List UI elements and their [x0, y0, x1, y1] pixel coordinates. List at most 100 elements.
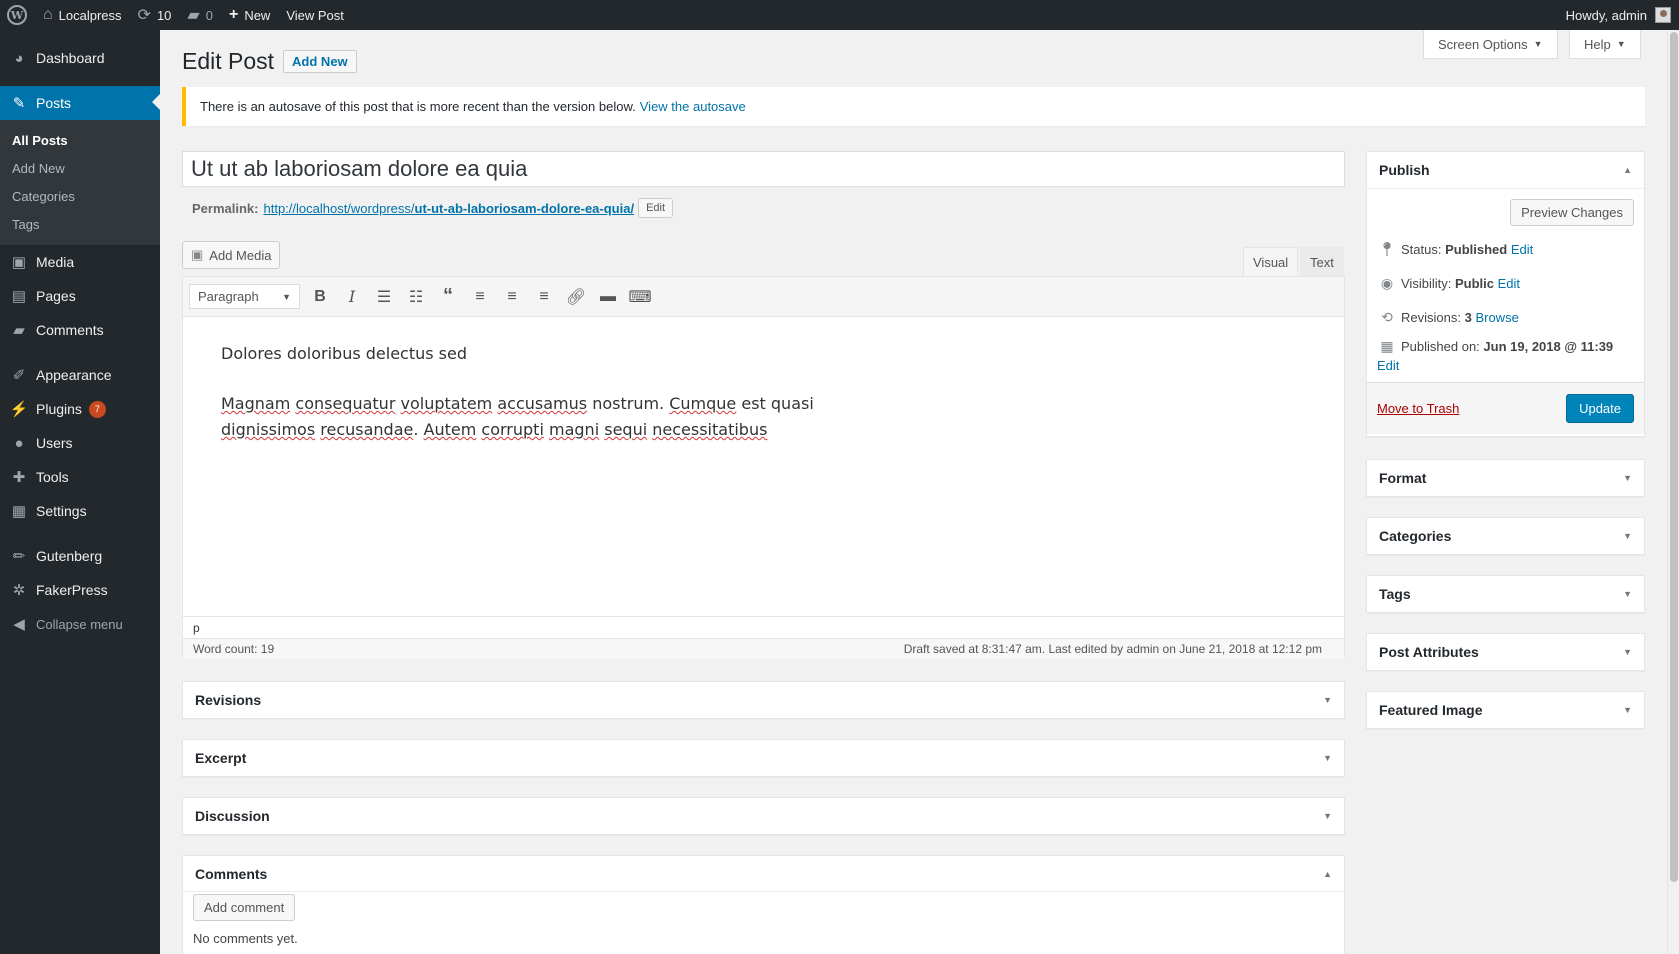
comments-box-header[interactable]: Comments ▲: [183, 856, 1344, 892]
bullet-list-button[interactable]: ☰: [368, 283, 400, 311]
help-button[interactable]: Help ▼: [1569, 30, 1641, 59]
format-box-header[interactable]: Format ▼: [1367, 460, 1644, 496]
add-new-button[interactable]: Add New: [283, 50, 357, 73]
site-name-link[interactable]: ⌂ Localpress: [35, 0, 130, 30]
menu-settings[interactable]: ▦ Settings: [0, 494, 160, 528]
revisions-value: 3: [1464, 309, 1472, 325]
menu-label: Gutenberg: [36, 548, 103, 564]
history-icon: ⟲: [1381, 308, 1393, 325]
post-title-input[interactable]: Ut ut ab laboriosam dolore ea quia: [182, 151, 1345, 187]
update-button[interactable]: Update: [1566, 394, 1634, 423]
updates-icon: ⟳: [137, 7, 151, 24]
permalink-edit-button[interactable]: Edit: [638, 198, 674, 218]
menu-label: Users: [36, 435, 73, 451]
blockquote-button[interactable]: “: [432, 283, 464, 311]
view-autosave-link[interactable]: View the autosave: [640, 99, 746, 114]
publish-box-header[interactable]: Publish ▲: [1367, 152, 1644, 188]
caret-down-icon: ▼: [1323, 811, 1332, 821]
caret-up-icon: ▲: [1323, 868, 1332, 879]
menu-users[interactable]: ● Users: [0, 426, 160, 460]
align-center-button[interactable]: ≡: [496, 283, 528, 311]
status-value: Published: [1445, 241, 1508, 257]
tab-visual[interactable]: Visual: [1243, 247, 1299, 276]
collapse-menu-button[interactable]: ◀ Collapse menu: [0, 607, 160, 641]
status-edit-link[interactable]: Edit: [1511, 242, 1533, 257]
page-scrollbar[interactable]: [1667, 30, 1679, 954]
preview-changes-button[interactable]: Preview Changes: [1510, 199, 1634, 226]
menu-posts[interactable]: ✎ Posts: [0, 86, 160, 120]
numbered-list-button[interactable]: ☷: [400, 283, 432, 311]
discussion-box-header[interactable]: Discussion ▼: [183, 798, 1344, 834]
categories-box-header[interactable]: Categories ▼: [1367, 518, 1644, 554]
add-media-button[interactable]: ▣ Add Media: [182, 241, 281, 269]
menu-pages[interactable]: ▤ Pages: [0, 279, 160, 313]
wordpress-logo-button[interactable]: W: [0, 0, 35, 30]
updates-link[interactable]: ⟳ 10: [130, 0, 180, 30]
permalink-link[interactable]: http://localhost/wordpress/ut-ut-ab-labo…: [263, 201, 634, 216]
menu-plugins[interactable]: ⚡ Plugins 7: [0, 392, 160, 426]
menu-dashboard[interactable]: ◕ Dashboard: [0, 41, 160, 75]
menu-fakerpress[interactable]: ✲ FakerPress: [0, 573, 160, 607]
posts-submenu: All Posts Add New Categories Tags: [0, 120, 160, 245]
menu-label: Posts: [36, 95, 72, 111]
submenu-all-posts[interactable]: All Posts: [0, 127, 160, 155]
permalink-base: http://localhost/wordpress/: [263, 200, 415, 216]
excerpt-box: Excerpt ▼: [182, 739, 1345, 777]
align-right-button[interactable]: ≡: [528, 283, 560, 311]
collapse-icon: ◀: [13, 616, 25, 633]
submenu-add-new[interactable]: Add New: [0, 155, 160, 183]
revisions-box: Revisions ▼: [182, 681, 1345, 719]
published-edit-link[interactable]: Edit: [1377, 358, 1399, 373]
tab-text[interactable]: Text: [1300, 247, 1344, 276]
my-account[interactable]: Howdy, admin: [1566, 7, 1679, 23]
wordpress-logo-icon: W: [7, 5, 27, 25]
site-name: Localpress: [58, 7, 122, 23]
editor-content[interactable]: Dolores doloribus delectus sed Magnam co…: [183, 317, 1344, 491]
revisions-browse-link[interactable]: Browse: [1475, 310, 1518, 325]
scrollbar-thumb[interactable]: [1670, 32, 1678, 882]
editor-element-path[interactable]: p: [183, 616, 1344, 638]
featured-image-box-header[interactable]: Featured Image ▼: [1367, 692, 1644, 728]
caret-down-icon: ▼: [1323, 753, 1332, 763]
add-comment-button[interactable]: Add comment: [193, 894, 296, 921]
excerpt-box-header[interactable]: Excerpt ▼: [183, 740, 1344, 776]
submenu-categories[interactable]: Categories: [0, 183, 160, 211]
italic-button[interactable]: I: [336, 283, 368, 311]
menu-label: Media: [36, 254, 75, 270]
editor-toolbar: Paragraph ▼ B I ☰ ☷ “ ≡ ≡ ≡ 🔗︎ ▬ ⌨: [183, 277, 1344, 317]
tags-box-header[interactable]: Tags ▼: [1367, 576, 1644, 612]
menu-appearance[interactable]: ✐ Appearance: [0, 358, 160, 392]
box-title: Comments: [195, 865, 268, 882]
avatar: [1655, 7, 1671, 23]
new-content-link[interactable]: + New: [221, 0, 278, 30]
bold-button[interactable]: B: [304, 283, 336, 311]
visibility-edit-link[interactable]: Edit: [1498, 276, 1520, 291]
updates-count: 10: [156, 7, 172, 23]
read-more-button[interactable]: ▬: [592, 283, 624, 311]
align-left-button[interactable]: ≡: [464, 283, 496, 311]
status-label: Status:: [1401, 241, 1442, 257]
caret-up-icon: ▲: [1623, 165, 1632, 175]
post-attributes-box-header[interactable]: Post Attributes ▼: [1367, 634, 1644, 670]
format-select[interactable]: Paragraph ▼: [189, 284, 300, 309]
revisions-box-header[interactable]: Revisions ▼: [183, 682, 1344, 718]
pin-icon: ✎: [12, 95, 26, 112]
menu-media[interactable]: ▣ Media: [0, 245, 160, 279]
submenu-tags[interactable]: Tags: [0, 211, 160, 239]
menu-tools[interactable]: ✚ Tools: [0, 460, 160, 494]
categories-box: Categories ▼: [1366, 517, 1645, 555]
fakerpress-icon: ✲: [12, 582, 26, 599]
insert-link-button[interactable]: 🔗︎: [560, 283, 592, 311]
publish-actions: Move to Trash Update: [1367, 382, 1644, 434]
toolbar-toggle-button[interactable]: ⌨: [624, 283, 656, 311]
comments-count: 0: [205, 7, 213, 23]
read-more-icon: ▬: [600, 287, 616, 305]
menu-comments[interactable]: ▰ Comments: [0, 313, 160, 347]
align-center-icon: ≡: [507, 287, 517, 305]
permalink-slug: ut-ut-ab-laboriosam-dolore-ea-quia/: [414, 200, 635, 216]
screen-options-button[interactable]: Screen Options ▼: [1423, 30, 1558, 59]
menu-gutenberg[interactable]: ✏ Gutenberg: [0, 539, 160, 573]
move-to-trash-link[interactable]: Move to Trash: [1377, 401, 1459, 416]
comments-link[interactable]: ▰ 0: [179, 0, 221, 30]
view-post-link[interactable]: View Post: [278, 0, 352, 30]
